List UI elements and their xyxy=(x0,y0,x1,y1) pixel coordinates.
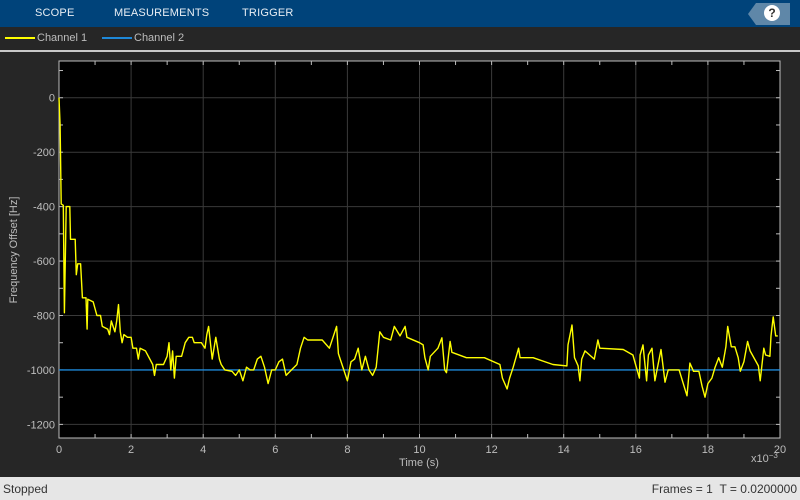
x-tick-label: 16 xyxy=(630,444,642,456)
y-tick-label: -600 xyxy=(33,256,55,268)
status-bar: Stopped Frames = 1 T = 0.0200000 xyxy=(0,477,800,500)
legend-item-channel-1[interactable]: Channel 1 xyxy=(5,32,87,44)
y-tick-label: -800 xyxy=(33,311,55,323)
x-exponent-label: x10−3 xyxy=(751,451,778,465)
tab-trigger[interactable]: TRIGGER xyxy=(242,7,294,19)
y-tick-label: 0 xyxy=(49,93,55,105)
x-tick-label: 4 xyxy=(200,444,206,456)
x-tick-label: 14 xyxy=(558,444,570,456)
legend-swatch xyxy=(102,37,132,39)
legend-label: Channel 2 xyxy=(134,32,185,44)
toolstrip: SCOPE MEASUREMENTS TRIGGER ? xyxy=(0,0,800,27)
tab-measurements[interactable]: MEASUREMENTS xyxy=(114,7,209,19)
y-axis-label: Frequency Offset [Hz] xyxy=(8,197,20,304)
legend-item-channel-2[interactable]: Channel 2 xyxy=(102,32,184,44)
status-frames-time: Frames = 1 T = 0.0200000 xyxy=(651,482,797,496)
status-state: Stopped xyxy=(3,482,48,496)
help-button[interactable]: ? xyxy=(748,3,790,25)
x-tick-label: 8 xyxy=(344,444,350,456)
legend-label: Channel 1 xyxy=(37,32,88,44)
x-tick-label: 12 xyxy=(485,444,497,456)
x-tick-label: 18 xyxy=(702,444,714,456)
y-tick-label: -1000 xyxy=(27,365,55,377)
scope-plot[interactable]: 0 2 4 6 8 10 12 14 16 18 200-200-400-600-800-1000-… xyxy=(0,52,800,477)
legend-swatch xyxy=(5,37,35,39)
x-axis-label: Time (s) xyxy=(399,457,439,469)
legend: Channel 1 Channel 2 xyxy=(0,27,800,52)
x-tick-label: 6 xyxy=(272,444,278,456)
x-tick-label: 2 xyxy=(128,444,134,456)
y-tick-label: -400 xyxy=(33,202,55,214)
y-tick-label: -200 xyxy=(33,147,55,159)
tab-scope[interactable]: SCOPE xyxy=(35,7,75,19)
x-tick-label: 10 xyxy=(413,444,425,456)
question-mark-icon: ? xyxy=(764,5,780,21)
x-tick-label: 0 xyxy=(56,444,62,456)
y-tick-label: -1200 xyxy=(27,419,55,431)
